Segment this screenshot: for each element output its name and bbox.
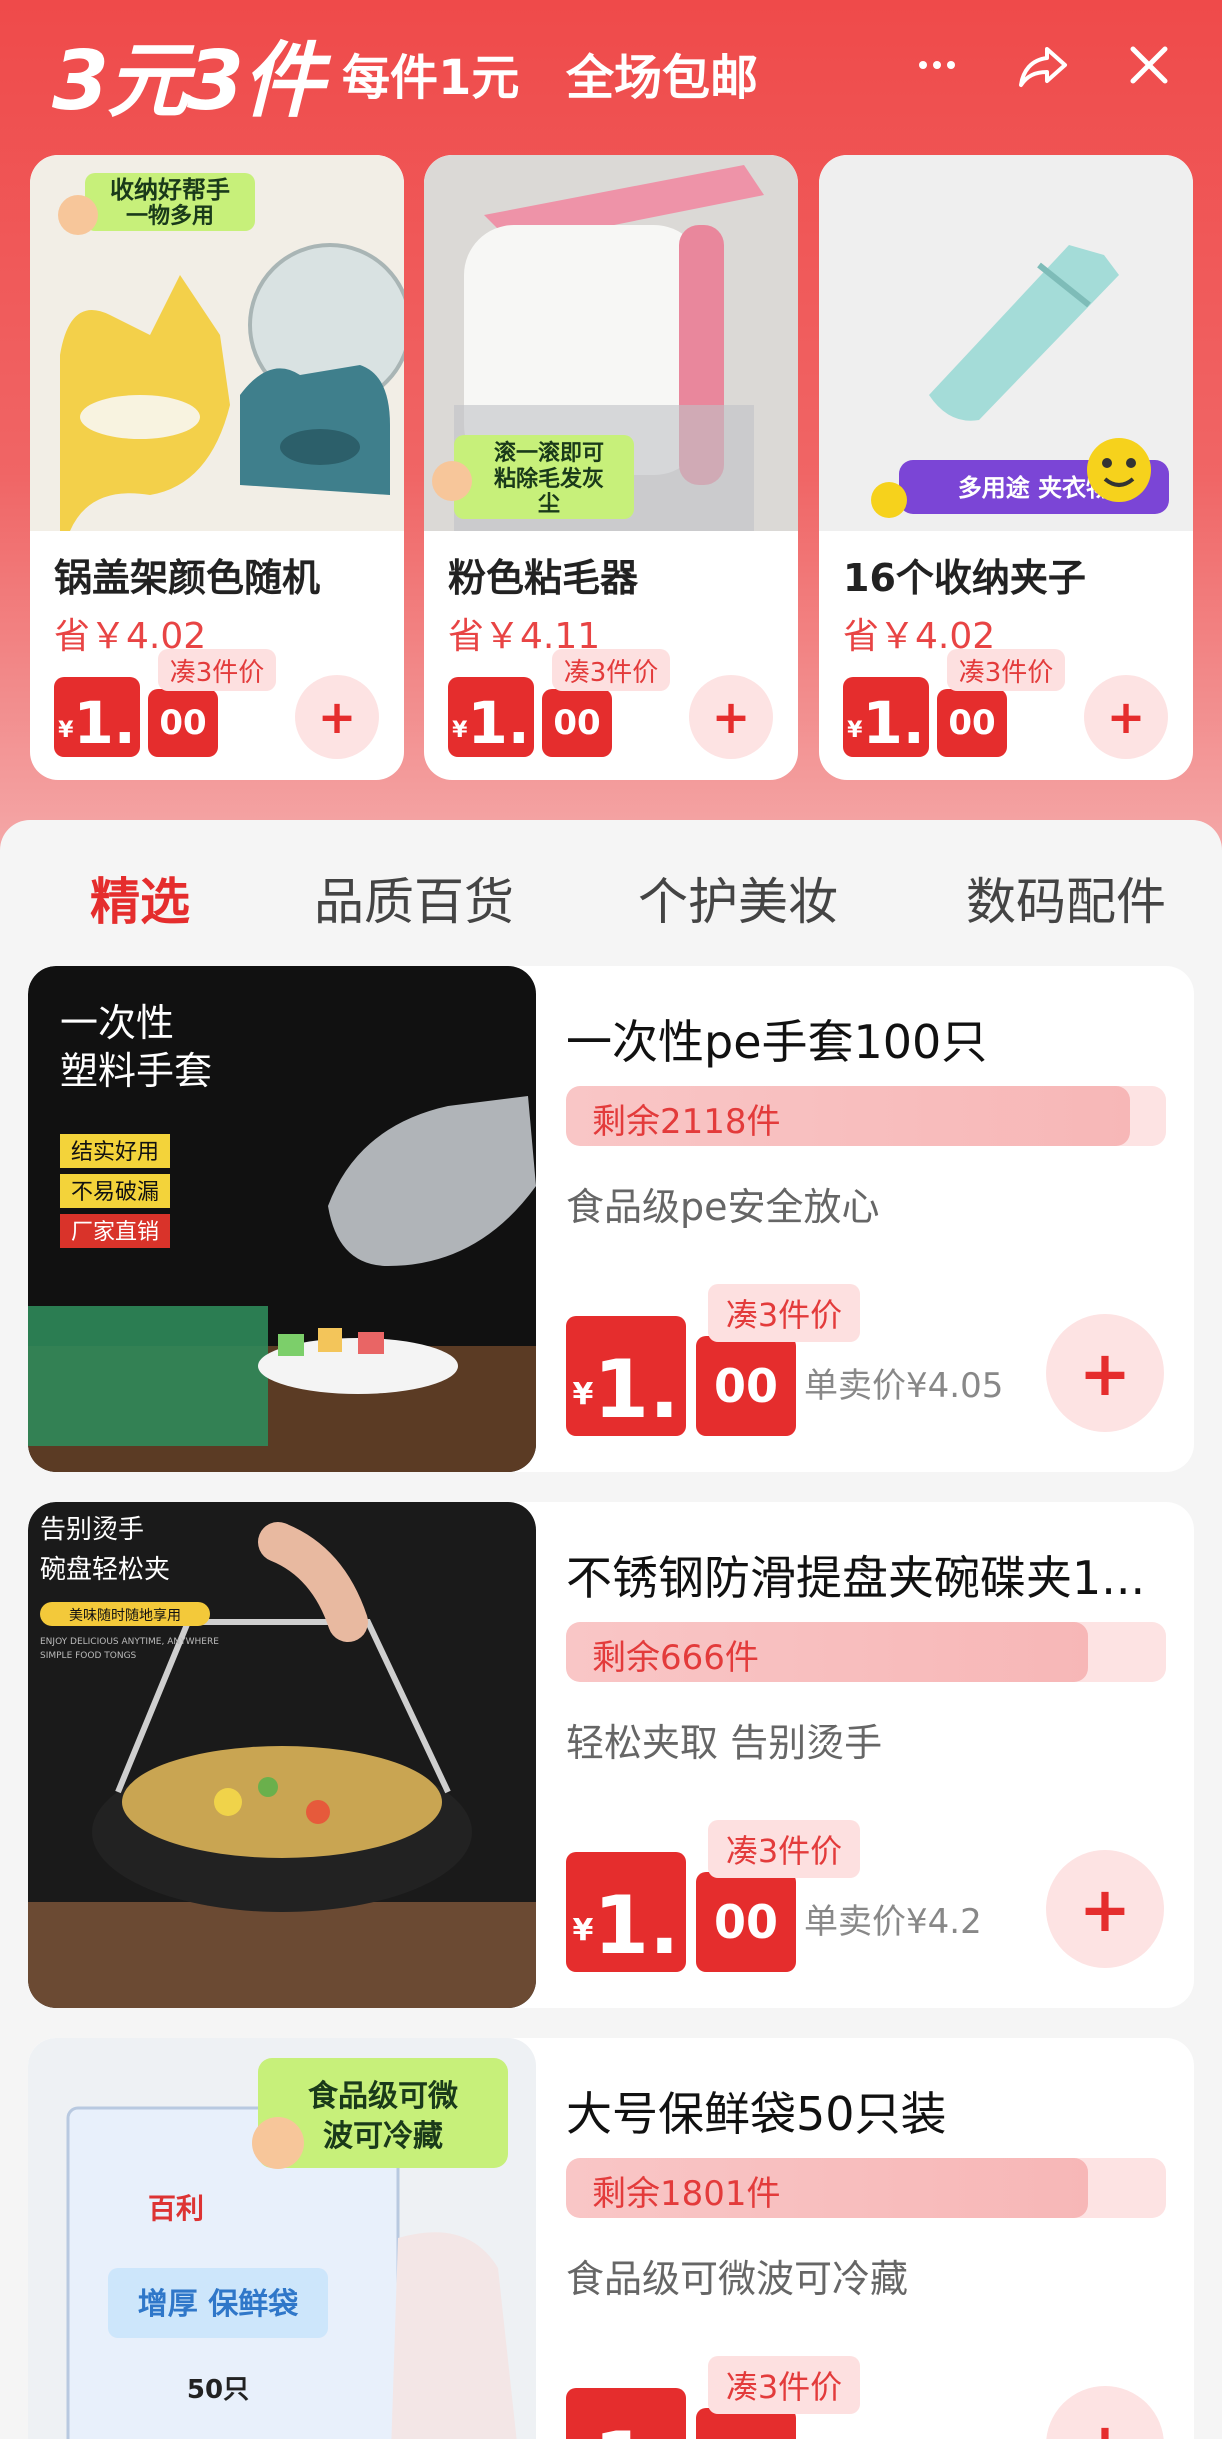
product-list-item[interactable]: 一次性 塑料手套 结实好用 不易破漏 厂家直销 一次性pe手套100只 剩余21… xyxy=(28,966,1194,1472)
price-integer: ¥1. xyxy=(448,677,534,757)
svg-text:增厚 保鲜袋: 增厚 保鲜袋 xyxy=(138,2287,298,2322)
svg-text:厂家直销: 厂家直销 xyxy=(71,1220,159,1245)
svg-text:波可冷藏: 波可冷藏 xyxy=(323,2119,443,2154)
slogan-per-item: 每件1元 xyxy=(342,50,520,106)
svg-text:食品级可微: 食品级可微 xyxy=(308,2079,458,2114)
stock-remaining: 剩余666件 xyxy=(592,1638,759,1678)
add-to-cart-button[interactable]: + xyxy=(1084,675,1168,759)
product-description: 轻松夹取 告别烫手 xyxy=(566,1721,883,1765)
price-decimal: 00 xyxy=(696,1336,796,1436)
svg-text:一次性: 一次性 xyxy=(60,1001,174,1045)
stock-progress-bar: 剩余666件 xyxy=(566,1622,1166,1682)
svg-text:50只: 50只 xyxy=(187,2375,249,2405)
stock-progress-bar: 剩余1801件 xyxy=(566,2158,1166,2218)
product-name: 大号保鲜袋50只装 xyxy=(566,2087,947,2141)
top-product-card[interactable]: 滚一滚即可 粘除毛发灰 尘 粉色粘毛器 省￥4.11 ¥1. 00 凑3件价 + xyxy=(424,155,798,780)
bundle-price-tag: 凑3件价 xyxy=(552,649,670,691)
tab-personal-care[interactable]: 个护美妆 xyxy=(638,862,838,934)
svg-text:不易破漏: 不易破漏 xyxy=(71,1180,159,1205)
bundle-price-tag: 凑3件价 xyxy=(158,649,276,691)
price-decimal: 00 xyxy=(148,689,218,757)
stock-progress-bar: 剩余2118件 xyxy=(566,1086,1166,1146)
svg-text:告别烫手: 告别烫手 xyxy=(40,1515,144,1545)
price-integer: ¥1. xyxy=(54,677,140,757)
product-name: 不锈钢防滑提盘夹碗碟夹1... xyxy=(566,1551,1146,1605)
svg-text:一物多用: 一物多用 xyxy=(126,203,214,229)
single-price: 单卖价¥4.05 xyxy=(804,1366,1004,1406)
price-integer: ¥1. xyxy=(566,1316,686,1436)
svg-text:结实好用: 结实好用 xyxy=(71,1140,159,1165)
add-to-cart-button[interactable]: + xyxy=(1046,2386,1164,2439)
top-product-card[interactable]: 收纳好帮手 一物多用 锅盖架颜色随机 省￥4.02 ¥1. 00 凑3件价 + xyxy=(30,155,404,780)
bundle-price-tag: 凑3件价 xyxy=(708,1284,860,1342)
price-integer: ¥1. xyxy=(843,677,929,757)
add-to-cart-button[interactable]: + xyxy=(1046,1314,1164,1432)
svg-text:塑料手套: 塑料手套 xyxy=(60,1049,212,1093)
svg-text:多用途 夹衣物: 多用途 夹衣物 xyxy=(958,474,1110,502)
svg-text:滚一滚即可: 滚一滚即可 xyxy=(494,440,604,466)
product-image: 滚一滚即可 粘除毛发灰 尘 xyxy=(424,155,798,531)
svg-text:ENJOY DELICIOUS ANYTIME, ANYWH: ENJOY DELICIOUS ANYTIME, ANYWHERE xyxy=(40,1637,219,1647)
category-tabs: 精选 品质百货 个护美妆 数码配件 xyxy=(0,820,1222,960)
price-decimal: 00 xyxy=(696,1872,796,1972)
slogan-free-shipping: 全场包邮 xyxy=(566,50,759,106)
product-image: 告别烫手 碗盘轻松夹 美味随时随地享用 ENJOY DELICIOUS ANYT… xyxy=(28,1502,536,2008)
product-list-item[interactable]: 百利 增厚 保鲜袋 50只 食品级可微 波可冷藏 大号保鲜袋50只装 剩余180… xyxy=(28,2038,1194,2439)
product-list-item[interactable]: 告别烫手 碗盘轻松夹 美味随时随地享用 ENJOY DELICIOUS ANYT… xyxy=(28,1502,1194,2008)
brand-title: 3元3件 xyxy=(52,34,324,129)
price-integer: ¥1. xyxy=(566,2388,686,2439)
tab-selected[interactable]: 精选 xyxy=(90,862,190,934)
product-description: 食品级可微波可冷藏 xyxy=(566,2257,909,2301)
stock-remaining: 剩余1801件 xyxy=(592,2174,781,2214)
single-price: 单卖价¥4.2 xyxy=(804,1902,982,1942)
svg-text:收纳好帮手: 收纳好帮手 xyxy=(110,176,230,204)
more-icon[interactable] xyxy=(902,30,972,100)
top-product-card[interactable]: 多用途 夹衣物 16个收纳夹子 省￥4.02 ¥1. 00 凑3件价 + xyxy=(819,155,1193,780)
add-to-cart-button[interactable]: + xyxy=(1046,1850,1164,1968)
stock-remaining: 剩余2118件 xyxy=(592,1102,781,1142)
svg-text:美味随时随地享用: 美味随时随地享用 xyxy=(69,1607,181,1624)
svg-text:百利: 百利 xyxy=(148,2192,204,2225)
header: 3元3件 每件1元 全场包邮 xyxy=(0,0,1222,140)
product-name: 粉色粘毛器 xyxy=(448,556,639,600)
bundle-price-tag: 凑3件价 xyxy=(708,1820,860,1878)
product-image: 百利 增厚 保鲜袋 50只 食品级可微 波可冷藏 xyxy=(28,2038,536,2439)
product-description: 食品级pe安全放心 xyxy=(566,1185,880,1229)
add-to-cart-button[interactable]: + xyxy=(295,675,379,759)
product-image: 收纳好帮手 一物多用 xyxy=(30,155,404,531)
svg-text:尘: 尘 xyxy=(538,492,560,517)
tab-digital-accessories[interactable]: 数码配件 xyxy=(966,862,1166,934)
tab-quality-goods[interactable]: 品质百货 xyxy=(314,862,514,934)
close-icon[interactable] xyxy=(1114,30,1184,100)
bundle-price-tag: 凑3件价 xyxy=(708,2356,860,2414)
product-image: 一次性 塑料手套 结实好用 不易破漏 厂家直销 xyxy=(28,966,536,1472)
product-name: 一次性pe手套100只 xyxy=(566,1015,988,1069)
add-to-cart-button[interactable]: + xyxy=(689,675,773,759)
share-icon[interactable] xyxy=(1008,30,1078,100)
svg-text:碗盘轻松夹: 碗盘轻松夹 xyxy=(40,1555,170,1585)
svg-text:SIMPLE FOOD TONGS: SIMPLE FOOD TONGS xyxy=(40,1651,137,1661)
svg-text:粘除毛发灰: 粘除毛发灰 xyxy=(494,466,604,492)
product-name: 锅盖架颜色随机 xyxy=(54,556,321,600)
price-integer: ¥1. xyxy=(566,1852,686,1972)
price-decimal: 00 xyxy=(542,689,612,757)
product-name: 16个收纳夹子 xyxy=(843,556,1086,600)
price-decimal: 00 xyxy=(937,689,1007,757)
product-image: 多用途 夹衣物 xyxy=(819,155,1193,531)
bundle-price-tag: 凑3件价 xyxy=(947,649,1065,691)
